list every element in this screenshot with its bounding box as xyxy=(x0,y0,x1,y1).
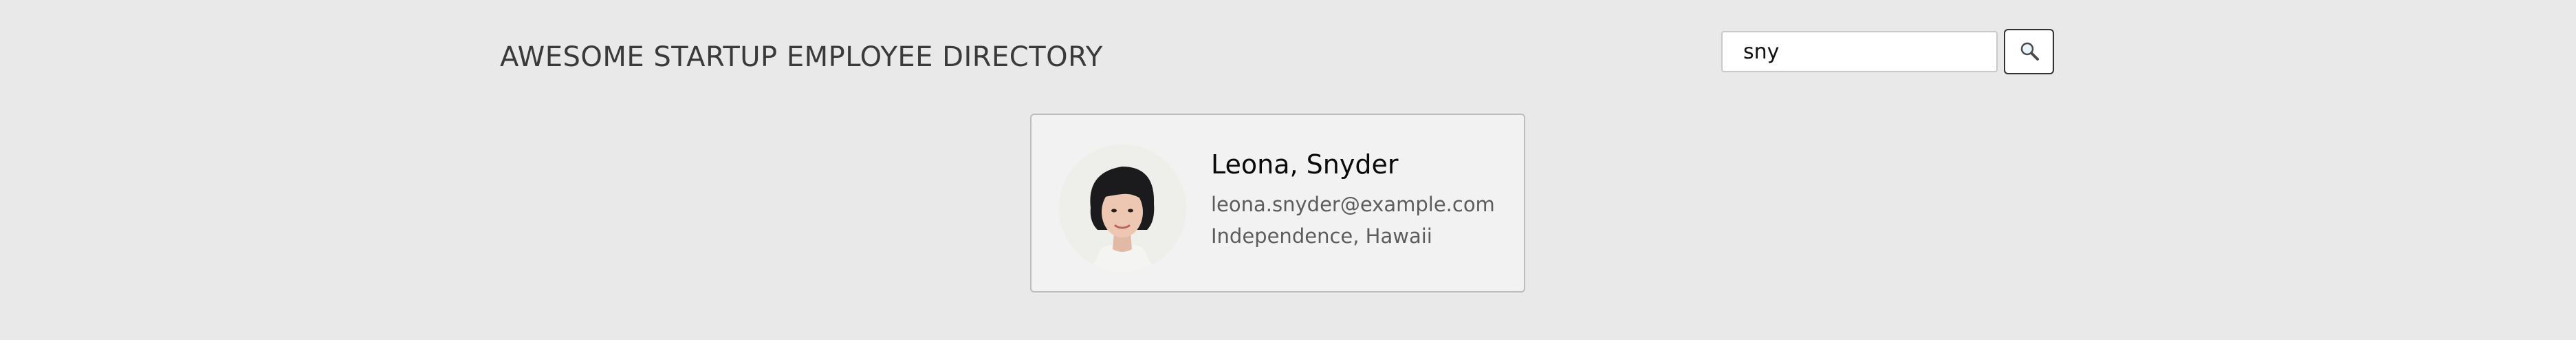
search-form xyxy=(1721,29,2054,74)
employee-info: Leona, Snyder leona.snyder@example.com I… xyxy=(1211,149,1495,248)
search-input[interactable] xyxy=(1721,31,1998,72)
search-icon xyxy=(2019,41,2040,63)
employee-name: Leona, Snyder xyxy=(1211,149,1399,180)
employee-email: leona.snyder@example.com xyxy=(1211,193,1495,216)
employee-card[interactable]: Leona, Snyder leona.snyder@example.com I… xyxy=(1030,114,1525,293)
page: AWESOME STARTUP EMPLOYEE DIRECTORY sny L… xyxy=(0,0,2576,340)
employee-location: Independence, Hawaii xyxy=(1211,224,1432,248)
avatar xyxy=(1059,145,1186,272)
page-title: AWESOME STARTUP EMPLOYEE DIRECTORY xyxy=(500,41,1103,73)
search-button[interactable] xyxy=(2004,29,2054,74)
